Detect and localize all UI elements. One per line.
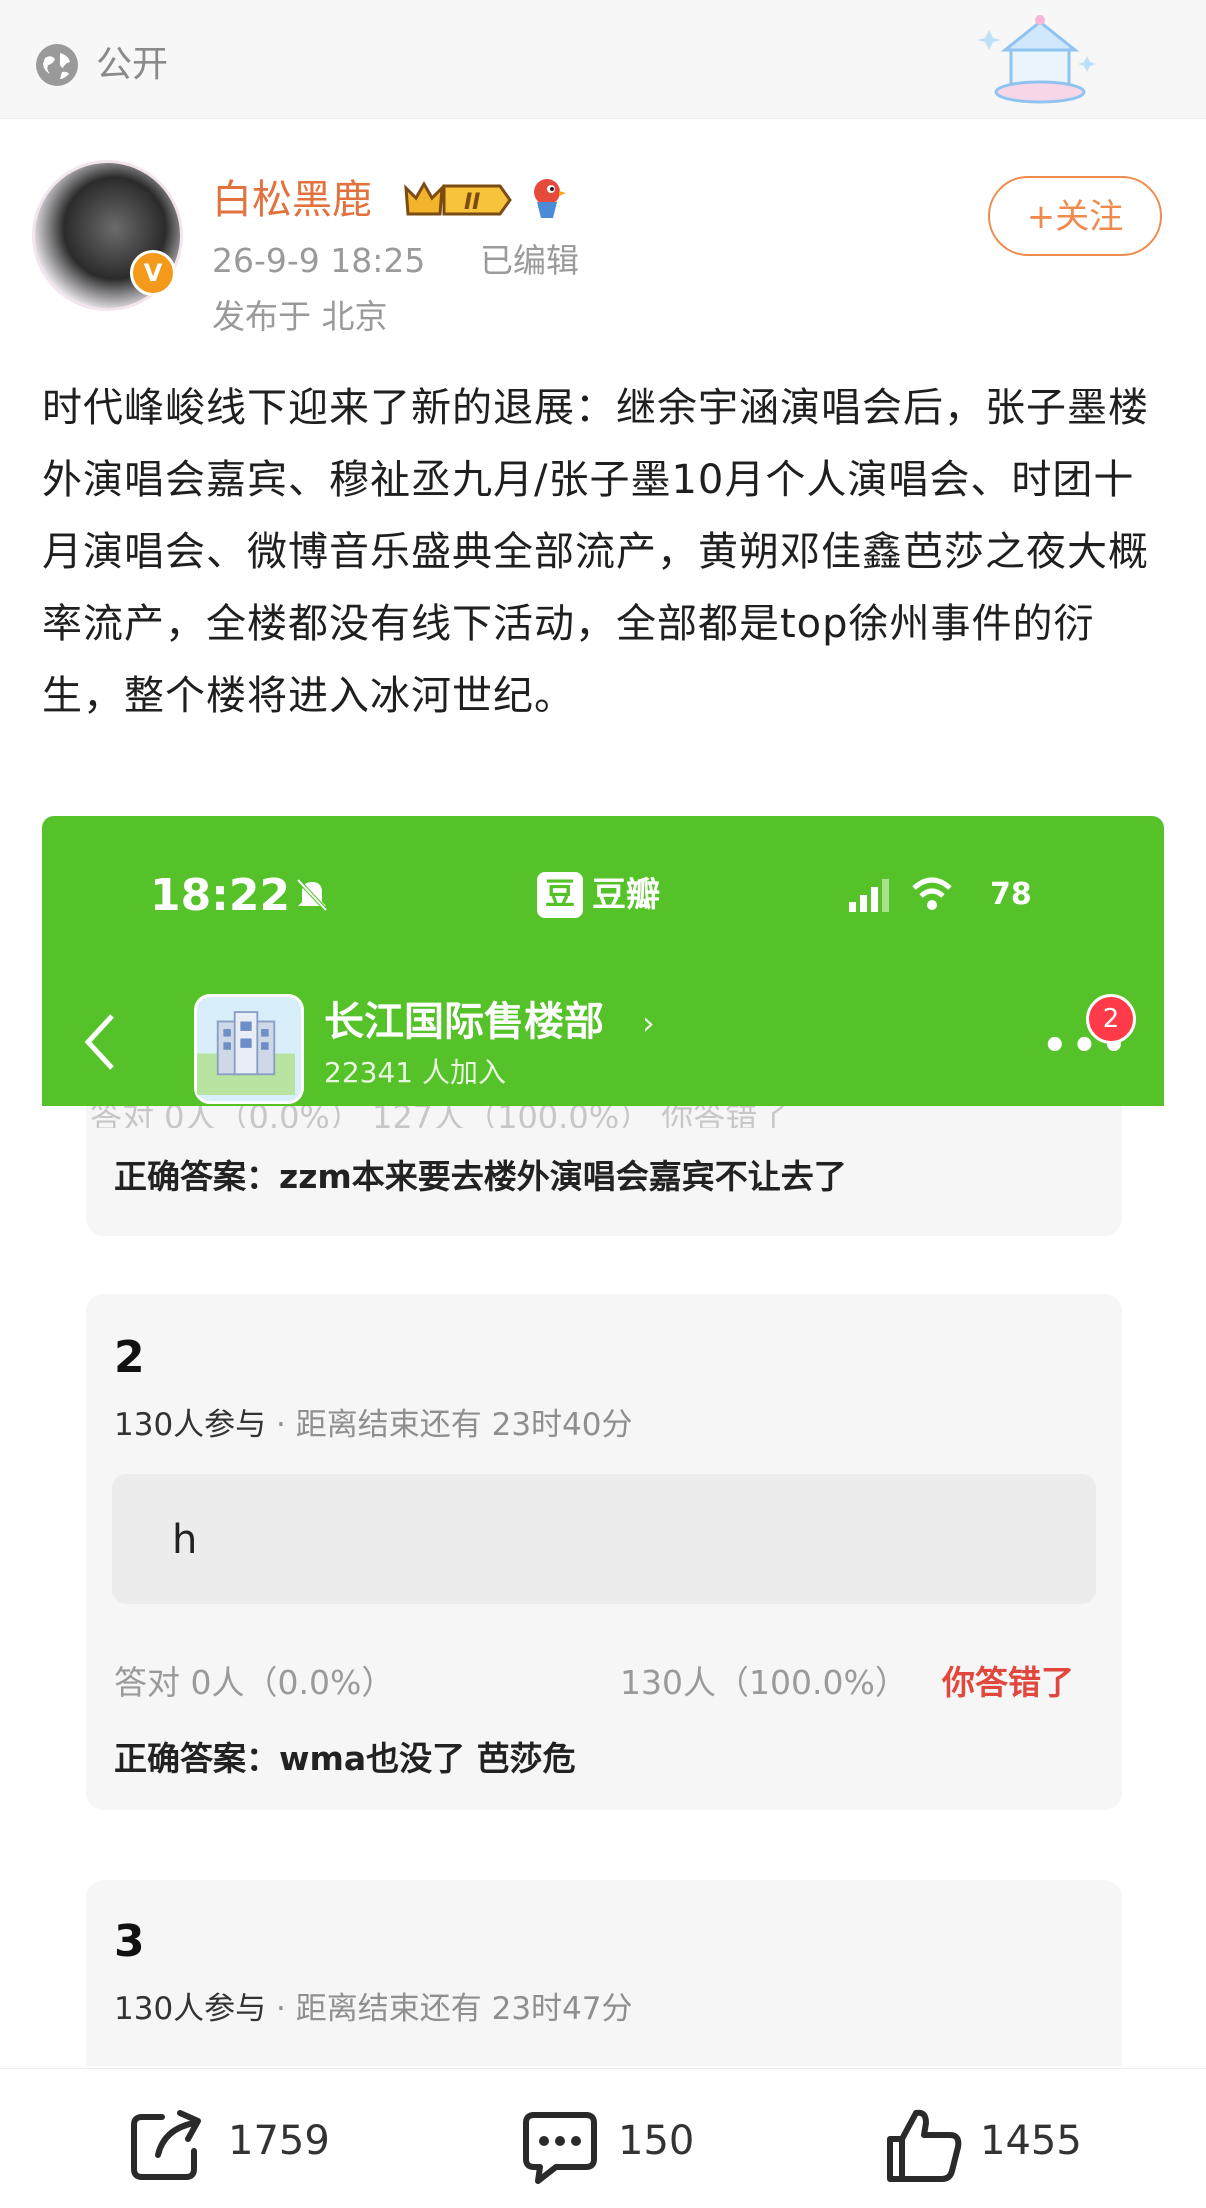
globe-icon — [36, 44, 78, 86]
question-card-3 — [86, 1880, 1122, 2066]
question-2-number: 2 — [114, 1332, 145, 1383]
question-3-number: 3 — [114, 1916, 145, 1967]
like-icon[interactable] — [884, 2105, 964, 2185]
status-time: 18:22 — [150, 870, 291, 921]
question-2-correct-answer: 正确答案：wma也没了 芭莎危 — [114, 1739, 576, 1778]
like-count[interactable]: 1455 — [980, 2111, 1082, 2171]
wrong-answer-label: 你答错了 — [942, 1663, 1074, 1702]
visibility-bar: 公开 — [0, 0, 1206, 119]
svg-text:II: II — [464, 190, 480, 215]
question-2-right-stats: 答对 0人（0.0%） — [114, 1663, 395, 1702]
share-icon[interactable] — [128, 2107, 208, 2187]
author-name[interactable]: 白松黑鹿 — [212, 172, 372, 228]
question-3-meta: 130人参与 · 距离结束还有 23时47分 — [114, 1986, 633, 2032]
question-1-stats-cut: 答对 0人（0.0%） 127人（100.0%） 你答错了 — [90, 1106, 790, 1128]
follow-button[interactable]: +关注 — [988, 176, 1162, 256]
edited-label: 已编辑 — [480, 241, 579, 280]
action-bar: 1759 150 1455 — [0, 2068, 1206, 2208]
question-2-wrong-stats: 130人（100.0%） — [620, 1663, 908, 1702]
signal-icon — [849, 879, 889, 912]
back-arrow-icon[interactable] — [82, 1012, 118, 1072]
comment-icon[interactable] — [520, 2107, 600, 2187]
notification-badge: 2 — [1086, 994, 1136, 1044]
app-name: 豆瓣 — [592, 875, 660, 915]
question-3-remaining: · 距离结束还有 23时47分 — [276, 1991, 633, 2027]
embedded-screenshot[interactable]: 答对 0人（0.0%） 127人（100.0%） 你答错了 正确答案：zzm本来… — [42, 816, 1164, 2066]
visibility-label: 公开 — [96, 44, 169, 85]
group-avatar[interactable] — [194, 994, 304, 1104]
group-name[interactable]: 长江国际售楼部 — [324, 994, 604, 1050]
vip-crown-icon: II — [404, 180, 512, 216]
question-2-meta: 130人参与 · 距离结束还有 23时40分 — [114, 1402, 633, 1448]
post-location: 发布于 北京 — [212, 297, 388, 336]
question-2-participants: 130人参与 — [114, 1407, 267, 1443]
chevron-right-icon: › — [642, 1004, 655, 1042]
comment-count[interactable]: 150 — [618, 2111, 694, 2171]
verified-badge: V — [130, 250, 176, 296]
douban-header: 18:22 豆 豆瓣 78 长江国际售楼部 › 22341 人加入 ••• 2 — [42, 816, 1164, 1106]
question-2-user-answer: h — [172, 1517, 198, 1563]
wifi-icon — [912, 877, 952, 910]
douban-logo-icon: 豆 — [537, 872, 583, 918]
group-members: 22341 人加入 — [324, 1056, 506, 1089]
carousel-decoration-icon — [977, 15, 1096, 104]
question-2-remaining: · 距离结束还有 23时40分 — [276, 1407, 633, 1443]
answer-box — [112, 1474, 1096, 1604]
question-3-participants: 130人参与 — [114, 1991, 267, 2027]
post-text: 时代峰峻线下迎来了新的退展：继余宇涵演唱会后，张子墨楼外演唱会嘉宾、穆祉丞九月/… — [42, 385, 1149, 719]
post-time: 26-9-9 18:25 — [212, 241, 426, 280]
battery-level: 78 — [990, 877, 1032, 912]
share-count[interactable]: 1759 — [228, 2111, 330, 2171]
bird-badge-icon — [534, 179, 566, 218]
question-1-correct-answer: 正确答案：zzm本来要去楼外演唱会嘉宾不让去了 — [114, 1157, 847, 1196]
bell-muted-icon — [296, 878, 328, 912]
